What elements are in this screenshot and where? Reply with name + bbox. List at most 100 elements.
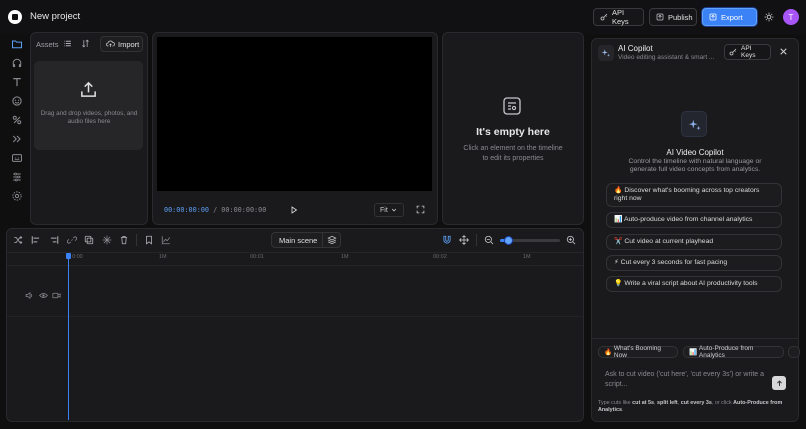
fullscreen-icon[interactable]: [416, 205, 425, 214]
cloud-upload-icon: [106, 40, 115, 48]
current-time: 00:00:00:00: [164, 206, 210, 214]
app-logo: [8, 10, 22, 24]
upload-icon: [79, 80, 98, 99]
eye-icon[interactable]: [39, 291, 48, 300]
timeline-ruler[interactable]: [7, 252, 583, 266]
settings-gear-icon[interactable]: [11, 190, 23, 202]
layers-button[interactable]: [322, 232, 341, 248]
headphones-icon[interactable]: [11, 57, 23, 69]
captions-icon[interactable]: [11, 152, 23, 164]
align-right-icon[interactable]: [49, 235, 59, 245]
magnet-icon[interactable]: [442, 235, 452, 245]
copilot-input[interactable]: Ask to cut video ('cut here', 'cut every…: [597, 366, 791, 394]
align-left-icon[interactable]: [31, 235, 41, 245]
avatar[interactable]: T: [783, 9, 799, 25]
zoom-out-icon[interactable]: [484, 235, 494, 245]
footer-bold: cut every 3s: [680, 400, 712, 406]
footer-text: , or click: [711, 400, 734, 406]
suggestion-text: Cut video at current playhead: [624, 238, 714, 245]
fit-label: Fit: [380, 206, 388, 214]
empty-state-title: It's empty here: [476, 126, 550, 138]
bookmark-icon[interactable]: [144, 235, 154, 245]
chip-emoji: 🔥: [604, 349, 613, 356]
ruler-label: 00:01: [250, 254, 264, 260]
footer-bold: cut at 5s: [632, 400, 655, 406]
chip-text: Auto-Produce from Analytics: [698, 345, 754, 359]
camera-icon[interactable]: [52, 291, 61, 300]
sparkle-icon: [688, 118, 702, 132]
transitions-icon[interactable]: [11, 133, 23, 145]
play-icon[interactable]: [290, 206, 298, 214]
duration: 00:00:00:00: [221, 206, 267, 214]
folder-icon[interactable]: [11, 38, 23, 50]
key-icon: [600, 13, 608, 21]
layers-icon: [327, 235, 337, 245]
suggestion-discover-booming[interactable]: 🔥 Discover what's booming across top cre…: [606, 183, 782, 207]
toolbar-divider: [476, 234, 477, 246]
video-canvas[interactable]: [157, 37, 432, 191]
chip-overflow[interactable]: [788, 346, 800, 358]
move-icon[interactable]: [459, 235, 469, 245]
import-button[interactable]: Import: [100, 36, 143, 52]
duplicate-icon[interactable]: [84, 235, 94, 245]
copilot-hero-title: AI Video Copilot: [666, 148, 724, 157]
export-label: Export: [721, 12, 743, 22]
suggestion-text: Auto-produce video from channel analytic…: [623, 216, 753, 223]
list-view-icon[interactable]: [63, 39, 72, 48]
text-icon[interactable]: [11, 76, 23, 88]
project-title[interactable]: New project: [30, 11, 80, 22]
api-keys-button[interactable]: API Keys: [593, 8, 644, 26]
copilot-hero-badge: [681, 111, 707, 137]
sparkle-icon: [601, 48, 611, 58]
assets-tab[interactable]: Assets: [36, 40, 59, 49]
shuffle-icon[interactable]: [13, 235, 23, 245]
suggestion-cut-every-3s[interactable]: ⚡ Cut every 3 seconds for fast pacing: [606, 255, 782, 271]
chip-auto-produce[interactable]: 📊 Auto-Produce from Analytics: [683, 345, 784, 359]
api-keys-label: API Keys: [612, 8, 629, 26]
timecode: 00:00:00:00 / 00:00:00:00: [164, 206, 266, 214]
dropzone-text: Drag and drop videos, photos, and audio …: [40, 110, 138, 125]
video-track[interactable]: [7, 277, 583, 317]
chevron-down-icon: [391, 207, 397, 213]
suggestion-emoji: ⚡: [614, 259, 619, 266]
copilot-footer-hint: Type cuts like cut at 5s, split left, cu…: [598, 400, 790, 414]
chip-text: What's Booming Now: [613, 345, 662, 359]
suggestion-cut-at-playhead[interactable]: ✂️ Cut video at current playhead: [606, 234, 782, 250]
scene-label: Main scene: [279, 235, 318, 245]
effects-icon[interactable]: [11, 114, 23, 126]
volume-icon[interactable]: [25, 291, 34, 300]
import-label: Import: [118, 39, 140, 49]
fit-dropdown[interactable]: Fit: [374, 203, 404, 217]
chip-emoji: 📊: [689, 349, 698, 356]
toolbar-divider: [136, 234, 137, 246]
link-icon[interactable]: [67, 235, 77, 245]
chip-whats-booming[interactable]: 🔥 What's Booming Now: [598, 345, 678, 359]
trash-icon[interactable]: [119, 235, 129, 245]
ruler-label: 1M: [523, 254, 531, 260]
graph-icon[interactable]: [161, 235, 171, 245]
export-button[interactable]: Export: [702, 8, 757, 26]
sticker-icon[interactable]: [11, 95, 23, 107]
suggestion-auto-produce[interactable]: 📊 Auto-produce video from channel analyt…: [606, 212, 782, 228]
arrow-up-icon: [776, 379, 783, 387]
adjust-icon[interactable]: [11, 171, 23, 183]
zoom-in-icon[interactable]: [566, 235, 576, 245]
freeze-icon[interactable]: [102, 235, 112, 245]
close-icon[interactable]: [780, 48, 787, 55]
ruler-label: 1M: [341, 254, 349, 260]
suggestion-viral-script[interactable]: 💡 Write a viral script about AI producti…: [606, 276, 782, 292]
properties-empty-icon: [502, 96, 522, 116]
suggestion-emoji: 💡: [614, 280, 623, 287]
copilot-badge: [598, 45, 614, 61]
sort-icon[interactable]: [81, 39, 90, 48]
send-button[interactable]: [772, 376, 786, 390]
playhead-handle[interactable]: [66, 253, 71, 259]
copilot-api-keys-button[interactable]: API Keys: [724, 44, 771, 60]
sun-icon[interactable]: [764, 12, 774, 22]
publish-button[interactable]: Publish: [649, 8, 697, 26]
export-icon: [709, 13, 717, 21]
time-separator: /: [213, 206, 218, 214]
publish-label: Publish: [668, 12, 693, 22]
asset-dropzone[interactable]: [34, 61, 143, 150]
ruler-label: 1M: [159, 254, 167, 260]
